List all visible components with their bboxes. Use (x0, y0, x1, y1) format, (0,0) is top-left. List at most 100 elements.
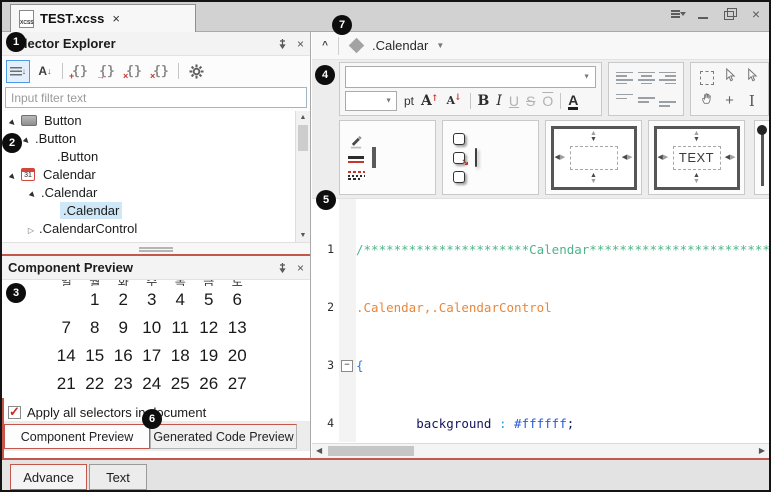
tree-item-dot-calendar[interactable]: .Calendar (2, 183, 295, 201)
valign-middle-icon[interactable] (638, 94, 655, 107)
tree-item-calendarcontrol[interactable]: .CalendarControl (2, 219, 295, 237)
restore-icon[interactable] (723, 8, 737, 20)
underline-button[interactable]: U (509, 94, 519, 108)
tree-item-dot-button[interactable]: .Button (2, 129, 295, 147)
scroll-down-icon[interactable]: ▼ (296, 232, 310, 239)
italic-button[interactable]: I (496, 94, 502, 108)
solid-line-style-icon[interactable] (348, 156, 364, 164)
padding-preview-box[interactable]: ▲▼ ▲▼ ◀▶ ◀▶ (545, 120, 642, 195)
css-code-editor[interactable]: 1/**********************Calendar********… (312, 198, 769, 458)
align-left-icon[interactable] (616, 72, 633, 85)
toolbar-separator (178, 63, 179, 79)
app-window: TEST.xcss × × Selector Explorer × ↓ A↓ (0, 0, 771, 492)
expand-arrow-icon[interactable] (8, 113, 18, 128)
cursor-arrow-icon[interactable] (723, 68, 736, 87)
bold-button[interactable]: B (478, 94, 490, 108)
calendar-day-headers: 일월화수목금토 (52, 280, 252, 286)
calendar-week-row: 78910111213 (52, 314, 252, 342)
selector-filter-input[interactable] (5, 87, 307, 108)
cursor-arrow-alt-icon[interactable] (745, 68, 758, 87)
selector-dropdown-icon[interactable]: ▼ (436, 41, 444, 50)
close-panel-icon[interactable]: × (297, 38, 304, 50)
sort-alpha-button[interactable]: A↓ (33, 60, 57, 83)
edit-pencil-icon[interactable] (349, 134, 364, 149)
code-fold-icon[interactable] (334, 356, 356, 375)
valign-top-icon[interactable] (616, 94, 633, 107)
corner-style-preview-box[interactable]: ↘ (442, 120, 539, 195)
delete-selector-button[interactable]: {}× (122, 60, 146, 83)
add-selector-button[interactable]: {}+ (68, 60, 92, 83)
tree-item-dot-button-child[interactable]: .Button (2, 147, 295, 165)
bottom-tab-bar: Advance Text (2, 460, 769, 490)
sort-selector-button[interactable]: ↓ (6, 60, 30, 83)
pin-icon[interactable] (277, 38, 288, 49)
increase-font-button[interactable]: A↑ (421, 94, 439, 108)
scroll-right-icon[interactable]: ▶ (759, 446, 765, 455)
annotation-4: 4 (315, 65, 335, 85)
tree-vertical-scrollbar[interactable]: ▲ ▼ (295, 111, 310, 242)
annotation-1: 1 (6, 32, 26, 52)
font-size-select[interactable] (345, 91, 397, 111)
calendar-week-row: 21222324252627 (52, 370, 252, 398)
align-right-icon[interactable] (659, 72, 676, 85)
expand-arrow-icon[interactable] (28, 185, 38, 200)
tree-item-label: Button (41, 112, 85, 129)
corner-sample-arrow-icon[interactable]: ↘ (453, 152, 465, 164)
align-center-icon[interactable] (638, 72, 655, 85)
font-color-button[interactable]: A (568, 93, 578, 110)
close-panel-icon[interactable]: × (297, 262, 304, 274)
close-window-icon[interactable]: × (749, 8, 763, 20)
add-selector-icon: {} (72, 64, 88, 79)
minimize-icon[interactable] (697, 8, 711, 20)
tree-item-dot-calendar-selected[interactable]: .Calendar (2, 201, 295, 219)
window-list-menu-icon[interactable] (671, 8, 685, 20)
hand-tool-icon[interactable] (700, 91, 714, 110)
file-tab-test-xcss[interactable]: TEST.xcss × (10, 4, 196, 32)
corner-sample-icon[interactable] (453, 133, 465, 145)
settings-button[interactable] (184, 60, 208, 83)
dashed-line-style-icon[interactable] (348, 171, 365, 181)
border-style-preview-box[interactable] (339, 120, 436, 195)
scrollbar-thumb[interactable] (328, 446, 414, 456)
decrease-font-button[interactable]: A↓ (446, 95, 462, 107)
line-number: 2 (312, 298, 334, 317)
button-component-icon (21, 115, 37, 126)
panel-splitter-handle[interactable] (2, 242, 310, 254)
expand-arrow-icon[interactable] (8, 167, 18, 182)
text-padding-preview-box[interactable]: TEXT ▲▼ ▲▼ ◀▶ ◀▶ (648, 120, 745, 195)
add-tool-icon[interactable]: + (725, 93, 734, 108)
annotation-red-bottom-line (2, 458, 769, 460)
font-family-select[interactable] (345, 66, 596, 88)
scroll-up-icon[interactable]: ▲ (296, 114, 310, 121)
tree-item-button[interactable]: Button (2, 111, 295, 129)
tree-item-calendar[interactable]: Calendar (2, 165, 295, 183)
valign-bottom-icon[interactable] (659, 94, 676, 107)
insert-selector-button[interactable]: {}→ (95, 60, 119, 83)
tab-advance[interactable]: Advance (10, 464, 87, 490)
strikethrough-button[interactable]: S (526, 94, 535, 108)
scrollbar-thumb[interactable] (298, 125, 308, 151)
marquee-select-icon[interactable] (700, 71, 714, 85)
file-tab-close-icon[interactable]: × (112, 11, 120, 26)
xcss-file-icon (19, 10, 34, 28)
annotation-2: 2 (2, 133, 22, 153)
annotation-red-left-line (2, 398, 4, 458)
collapse-chevron-icon[interactable]: ^ (312, 40, 338, 51)
apply-selectors-label: Apply all selectors in document (27, 405, 206, 420)
scroll-left-icon[interactable]: ◀ (316, 446, 322, 455)
slider-preview-partial[interactable] (754, 120, 769, 195)
pin-icon[interactable] (277, 262, 288, 273)
corner-sample-icon[interactable] (453, 171, 465, 183)
delete-all-selectors-button[interactable]: {}× (149, 60, 173, 83)
text-cursor-icon[interactable]: I (749, 92, 755, 110)
apply-selectors-checkbox[interactable] (8, 406, 21, 419)
tab-text[interactable]: Text (89, 464, 147, 490)
current-selector-label: .Calendar (372, 38, 428, 53)
expand-arrow-icon[interactable] (22, 131, 32, 146)
overline-button[interactable]: O (542, 94, 553, 108)
tab-component-preview[interactable]: Component Preview (4, 424, 150, 449)
collapse-arrow-icon[interactable] (26, 221, 36, 236)
tab-generated-code-preview[interactable]: Generated Code Preview (150, 424, 297, 449)
code-horizontal-scrollbar[interactable]: ◀ ▶ (312, 443, 769, 458)
square-border-sample (372, 147, 376, 168)
